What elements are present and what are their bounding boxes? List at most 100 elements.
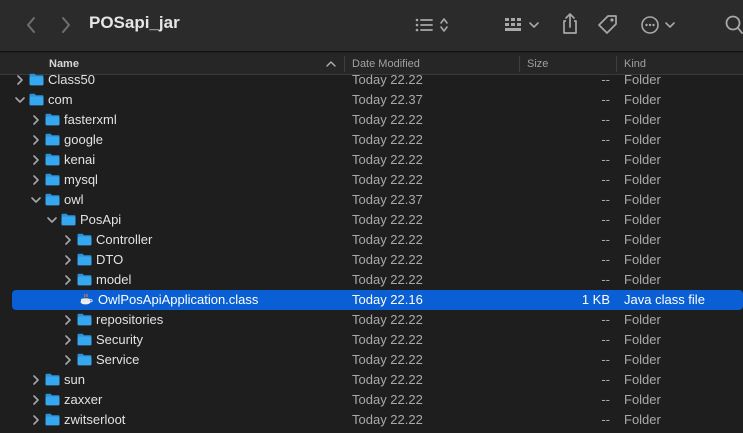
- back-button[interactable]: [20, 14, 42, 36]
- date-modified: Today 22.16: [352, 292, 423, 307]
- item-size: --: [601, 72, 610, 87]
- folder-row[interactable]: com Today 22.37 -- Folder: [0, 90, 743, 110]
- folder-icon: [45, 193, 60, 206]
- folder-row[interactable]: model Today 22.22 -- Folder: [0, 270, 743, 290]
- folder-row[interactable]: zwitserloot Today 22.22 -- Folder: [0, 410, 743, 430]
- item-name: Service: [96, 352, 140, 367]
- tag-icon: [598, 15, 617, 34]
- item-size: --: [601, 212, 610, 227]
- item-kind: Folder: [624, 132, 661, 147]
- file-list: Class50 Today 22.22 -- Folder com Today 22.37…: [0, 70, 743, 433]
- folder-row[interactable]: sun Today 22.22 -- Folder: [0, 370, 743, 390]
- folder-row[interactable]: Class50 Today 22.22 -- Folder: [0, 70, 743, 90]
- folder-row[interactable]: owl Today 22.37 -- Folder: [0, 190, 743, 210]
- share-button[interactable]: [558, 11, 582, 37]
- date-modified: Today 22.22: [352, 392, 423, 407]
- disclosure-collapsed-icon[interactable]: [62, 234, 74, 246]
- item-kind: Folder: [624, 392, 661, 407]
- item-kind: Folder: [624, 252, 661, 267]
- chevron-left-icon: [27, 17, 35, 33]
- search-button[interactable]: [722, 13, 743, 37]
- item-name: OwlPosApiApplication.class: [98, 292, 259, 307]
- item-size: --: [601, 412, 610, 427]
- disclosure-collapsed-icon[interactable]: [62, 354, 74, 366]
- date-modified: Today 22.22: [352, 412, 423, 427]
- item-name: kenai: [64, 152, 96, 167]
- item-kind: Folder: [624, 272, 661, 287]
- disclosure-collapsed-icon[interactable]: [30, 154, 42, 166]
- folder-row[interactable]: Controller Today 22.22 -- Folder: [0, 230, 743, 250]
- folder-row[interactable]: DTO Today 22.22 -- Folder: [0, 250, 743, 270]
- item-name: zaxxer: [64, 392, 103, 407]
- folder-icon: [77, 353, 92, 366]
- item-kind: Folder: [624, 92, 661, 107]
- view-options-button[interactable]: [412, 14, 452, 36]
- action-menu-button[interactable]: [640, 14, 678, 36]
- item-kind: Folder: [624, 112, 661, 127]
- disclosure-collapsed-icon[interactable]: [30, 134, 42, 146]
- disclosure-collapsed-icon[interactable]: [62, 334, 74, 346]
- tag-button[interactable]: [596, 13, 620, 37]
- date-modified: Today 22.37: [352, 192, 423, 207]
- folder-icon: [45, 373, 60, 386]
- date-modified: Today 22.22: [352, 332, 423, 347]
- item-size: --: [601, 312, 610, 327]
- folder-row[interactable]: fasterxml Today 22.22 -- Folder: [0, 110, 743, 130]
- item-name: zwitserloot: [64, 412, 126, 427]
- folder-row[interactable]: PosApi Today 22.22 -- Folder: [0, 210, 743, 230]
- item-kind: Folder: [624, 72, 661, 87]
- file-row[interactable]: OwlPosApiApplication.class Today 22.16 1 K…: [12, 290, 743, 310]
- item-size: --: [601, 392, 610, 407]
- folder-row[interactable]: kenai Today 22.22 -- Folder: [0, 150, 743, 170]
- folder-row[interactable]: repositories Today 22.22 -- Folder: [0, 310, 743, 330]
- date-modified: Today 22.22: [352, 152, 423, 167]
- forward-button[interactable]: [55, 14, 77, 36]
- grid-group-icon: [505, 18, 539, 31]
- item-name: fasterxml: [64, 112, 117, 127]
- folder-row[interactable]: zaxxer Today 22.22 -- Folder: [0, 390, 743, 410]
- item-size: --: [601, 92, 610, 107]
- disclosure-collapsed-icon[interactable]: [30, 374, 42, 386]
- item-name: model: [96, 272, 132, 287]
- disclosure-collapsed-icon[interactable]: [62, 254, 74, 266]
- item-size: --: [601, 232, 610, 247]
- date-modified: Today 22.22: [352, 232, 423, 247]
- date-modified: Today 22.22: [352, 272, 423, 287]
- share-icon: [563, 13, 577, 34]
- folder-icon: [45, 133, 60, 146]
- item-size: --: [601, 172, 610, 187]
- item-size: --: [601, 372, 610, 387]
- disclosure-expanded-icon[interactable]: [14, 94, 26, 106]
- folder-row[interactable]: google Today 22.22 -- Folder: [0, 130, 743, 150]
- disclosure-expanded-icon[interactable]: [46, 214, 58, 226]
- folder-row[interactable]: Service Today 22.22 -- Folder: [0, 350, 743, 370]
- folder-row[interactable]: mysql Today 22.22 -- Folder: [0, 170, 743, 190]
- item-name: sun: [64, 372, 85, 387]
- disclosure-collapsed-icon[interactable]: [14, 74, 26, 86]
- disclosure-collapsed-icon[interactable]: [30, 414, 42, 426]
- group-by-button[interactable]: [502, 14, 542, 36]
- disclosure-expanded-icon[interactable]: [30, 194, 42, 206]
- disclosure-collapsed-icon[interactable]: [30, 114, 42, 126]
- ellipsis-circle-icon: [641, 16, 675, 34]
- disclosure-collapsed-icon[interactable]: [62, 314, 74, 326]
- java-class-file-icon: [80, 293, 93, 305]
- folder-icon: [77, 253, 92, 266]
- disclosure-collapsed-icon[interactable]: [62, 274, 74, 286]
- sort-ascending-icon: [326, 61, 336, 67]
- window-title: POSapi_jar: [89, 13, 180, 32]
- item-name: com: [48, 92, 73, 107]
- item-size: --: [601, 192, 610, 207]
- item-kind: Folder: [624, 192, 661, 207]
- folder-row[interactable]: Security Today 22.22 -- Folder: [0, 330, 743, 350]
- item-name: mysql: [64, 172, 98, 187]
- date-modified: Today 22.22: [352, 372, 423, 387]
- disclosure-collapsed-icon[interactable]: [30, 174, 42, 186]
- item-name: Class50: [48, 72, 95, 87]
- folder-icon: [45, 393, 60, 406]
- folder-icon: [45, 413, 60, 426]
- folder-icon: [29, 93, 44, 106]
- folder-icon: [45, 153, 60, 166]
- disclosure-collapsed-icon[interactable]: [30, 394, 42, 406]
- item-size: --: [601, 132, 610, 147]
